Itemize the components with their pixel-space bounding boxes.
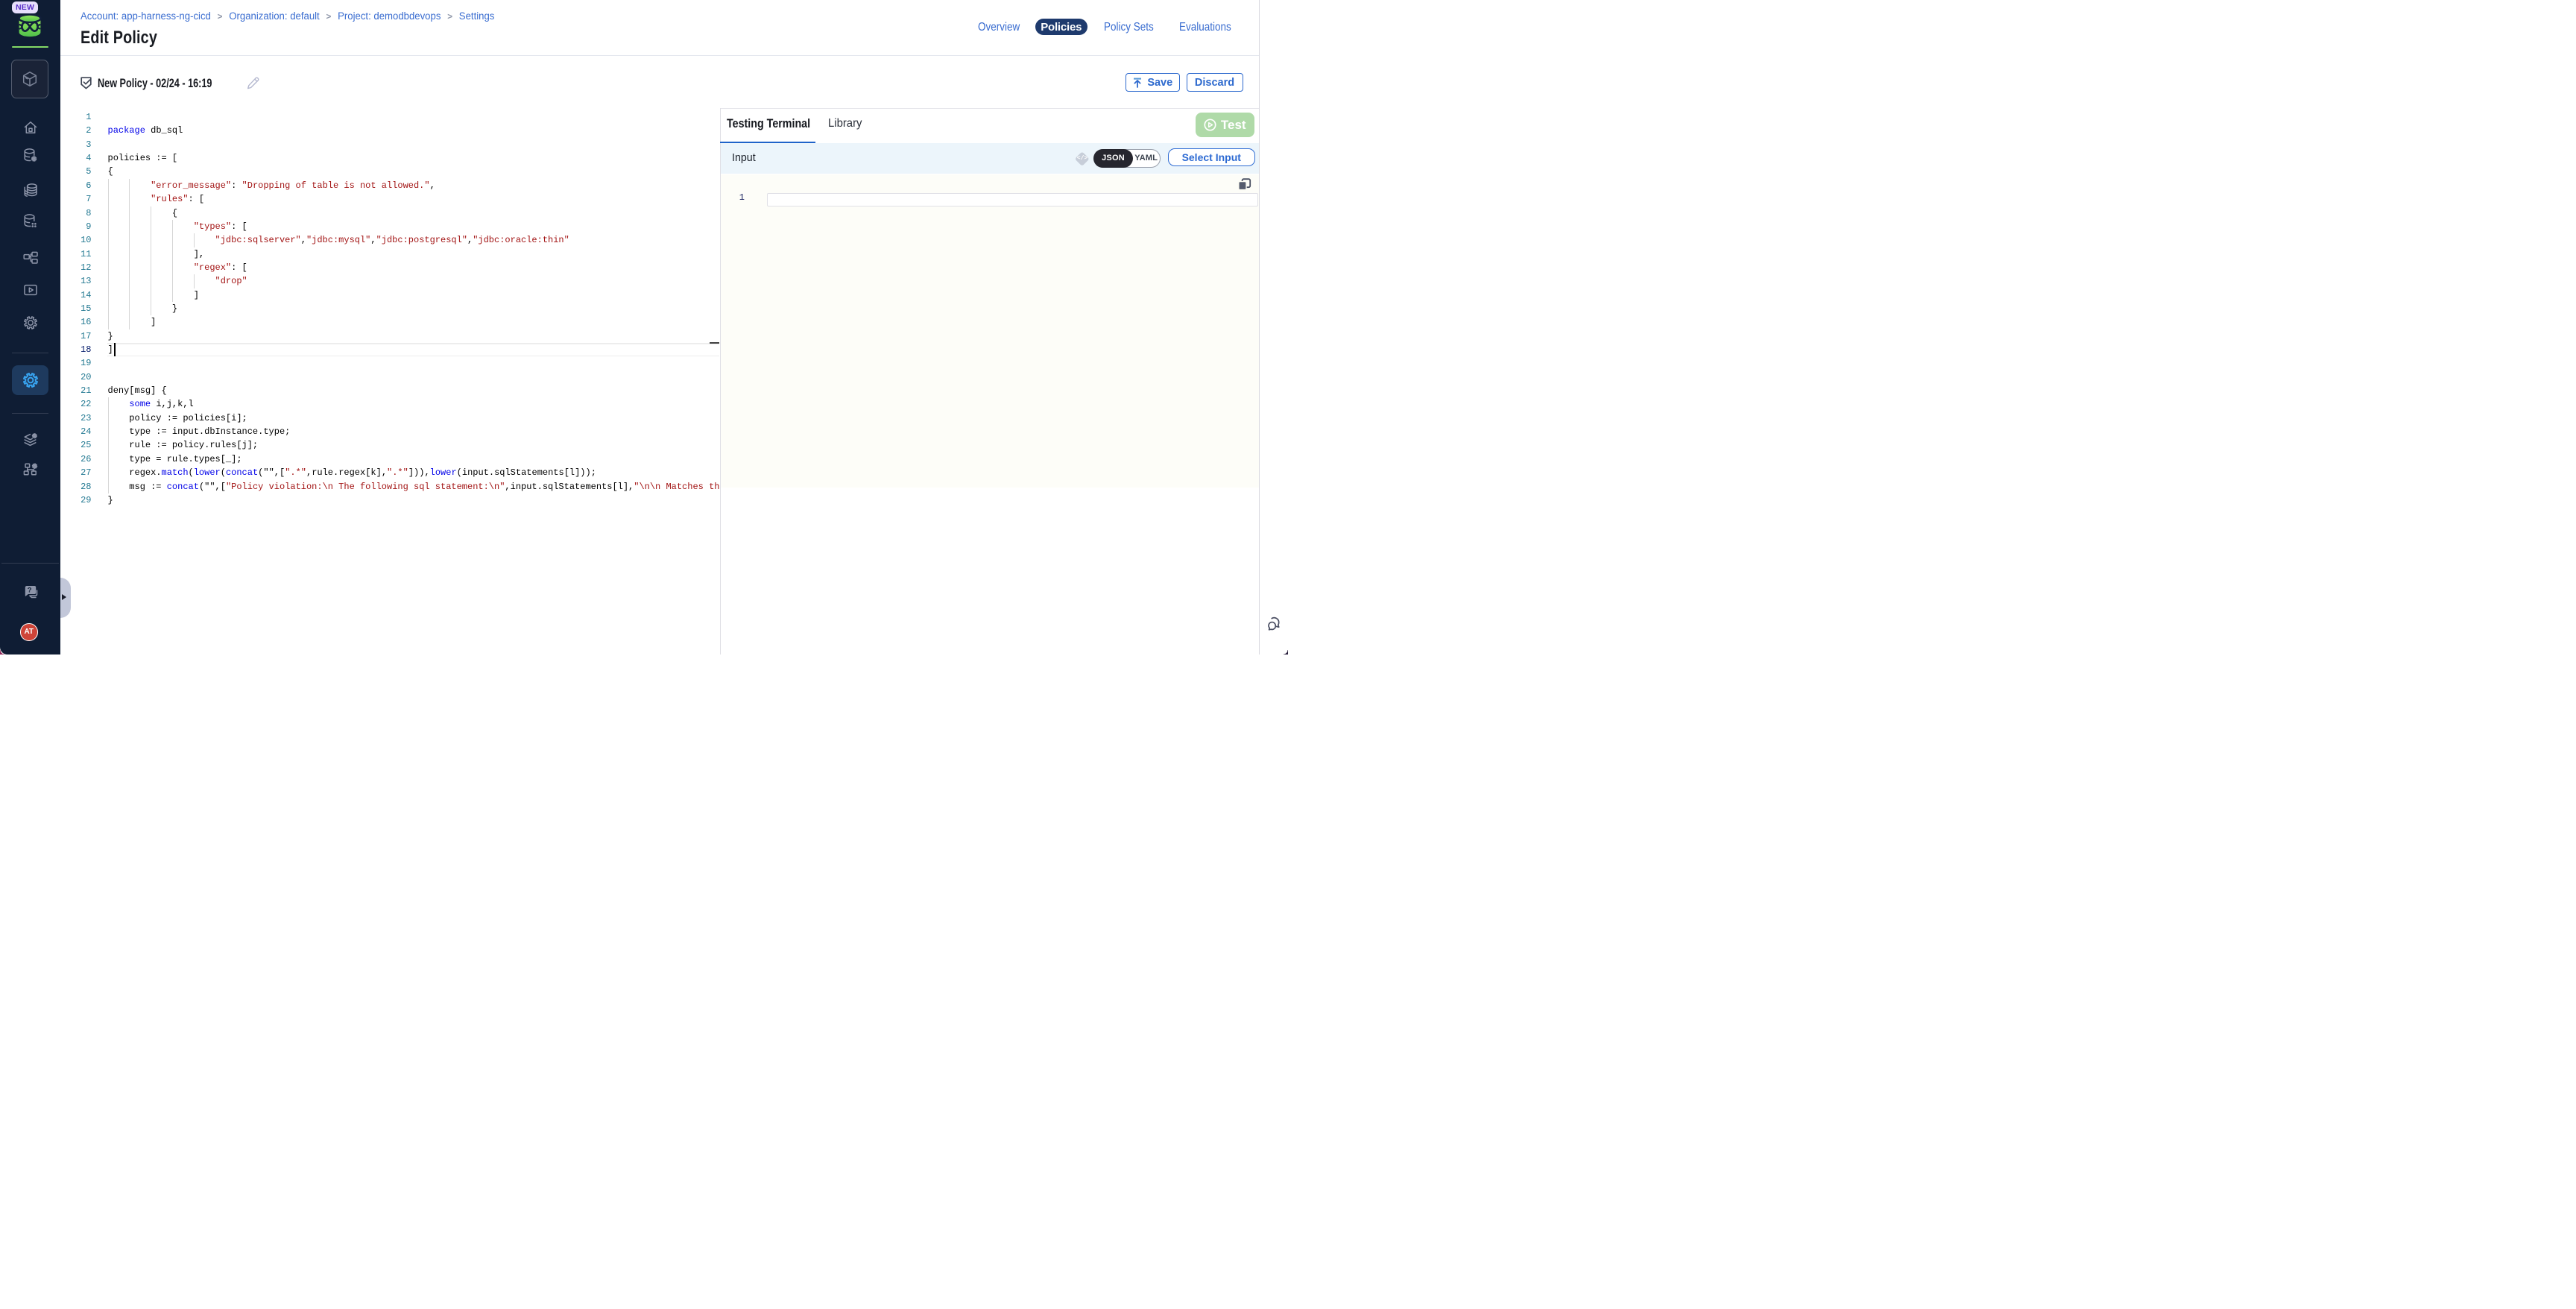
svg-text:?: ? <box>28 587 32 595</box>
